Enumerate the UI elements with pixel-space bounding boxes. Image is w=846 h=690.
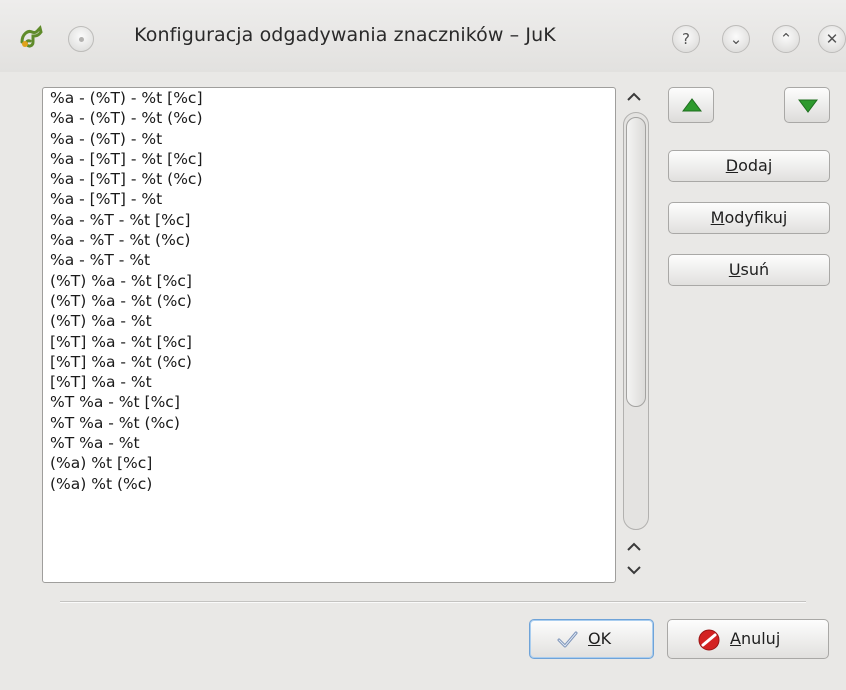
close-button[interactable]: ✕ <box>818 25 846 53</box>
remove-button[interactable]: Usuń <box>668 254 830 286</box>
move-down-button[interactable] <box>784 87 830 123</box>
list-item[interactable]: %a - (%T) - %t (%c) <box>43 108 615 128</box>
separator <box>60 601 806 603</box>
scroll-up-arrow-icon[interactable] <box>622 85 646 109</box>
window-title: Konfiguracja odgadywania znaczników – Ju… <box>134 24 556 46</box>
modify-mnemonic: M <box>710 208 725 227</box>
remove-label: suń <box>740 260 770 279</box>
modify-button[interactable]: Modyfikuj <box>668 202 830 234</box>
list-item[interactable]: %a - [%T] - %t (%c) <box>43 169 615 189</box>
list-item[interactable]: (%T) %a - %t (%c) <box>43 291 615 311</box>
remove-mnemonic: U <box>728 260 741 279</box>
list-item[interactable]: [%T] %a - %t <box>43 372 615 392</box>
maximize-button[interactable]: ⌃ <box>772 25 800 53</box>
move-up-button[interactable] <box>668 87 714 123</box>
add-button[interactable]: Dodaj <box>668 150 830 182</box>
list-item[interactable]: %T %a - %t <box>43 433 615 453</box>
list-item[interactable]: %a - %T - %t [%c] <box>43 210 615 230</box>
scrollbar-handle[interactable] <box>626 117 646 407</box>
list-item[interactable]: (%T) %a - %t <box>43 311 615 331</box>
list-item[interactable]: %a - %T - %t (%c) <box>43 230 615 250</box>
cancel-icon <box>698 629 720 651</box>
list-item[interactable]: %a - [%T] - %t [%c] <box>43 149 615 169</box>
list-item[interactable]: [%T] %a - %t (%c) <box>43 352 615 372</box>
cancel-mnemonic: A <box>730 629 741 648</box>
title-bar: Konfiguracja odgadywania znaczników – Ju… <box>0 0 846 72</box>
list-item[interactable]: %a - (%T) - %t [%c] <box>43 88 615 108</box>
list-item[interactable]: (%T) %a - %t [%c] <box>43 271 615 291</box>
scheme-list[interactable]: %a - (%T) - %t [%c] %a - (%T) - %t (%c) … <box>42 87 616 583</box>
list-item[interactable]: %a - [%T] - %t <box>43 189 615 209</box>
scroll-up-arrow-icon[interactable] <box>622 535 646 559</box>
modify-label: odyfikuj <box>724 208 788 227</box>
juk-app-icon <box>20 25 43 48</box>
ok-mnemonic: O <box>588 629 601 648</box>
add-mnemonic: D <box>725 156 739 175</box>
list-item[interactable]: %a - (%T) - %t <box>43 129 615 149</box>
list-item[interactable]: (%a) %t [%c] <box>43 453 615 473</box>
cancel-label-rest: nuluj <box>740 629 781 648</box>
list-item[interactable]: (%a) %t (%c) <box>43 474 615 494</box>
list-item[interactable]: [%T] %a - %t [%c] <box>43 332 615 352</box>
add-label: odaj <box>738 156 773 175</box>
window-menu-button[interactable] <box>68 26 94 52</box>
list-item[interactable]: %a - %T - %t <box>43 250 615 270</box>
list-item[interactable]: %T %a - %t [%c] <box>43 392 615 412</box>
ok-button[interactable]: OK <box>529 619 654 659</box>
checkmark-icon <box>557 631 578 648</box>
cancel-label: Anuluj <box>730 620 780 658</box>
cancel-button[interactable]: Anuluj <box>667 619 829 659</box>
help-button[interactable]: ? <box>672 25 700 53</box>
green-down-arrow-icon <box>798 99 818 113</box>
scrollbar-track[interactable] <box>623 112 649 530</box>
ok-label-rest: K <box>600 629 612 648</box>
ok-label: OK <box>588 620 611 658</box>
green-up-arrow-icon <box>682 98 702 112</box>
scroll-down-arrow-icon[interactable] <box>622 558 646 582</box>
minimize-button[interactable]: ⌄ <box>722 25 750 53</box>
list-item[interactable]: %T %a - %t (%c) <box>43 413 615 433</box>
